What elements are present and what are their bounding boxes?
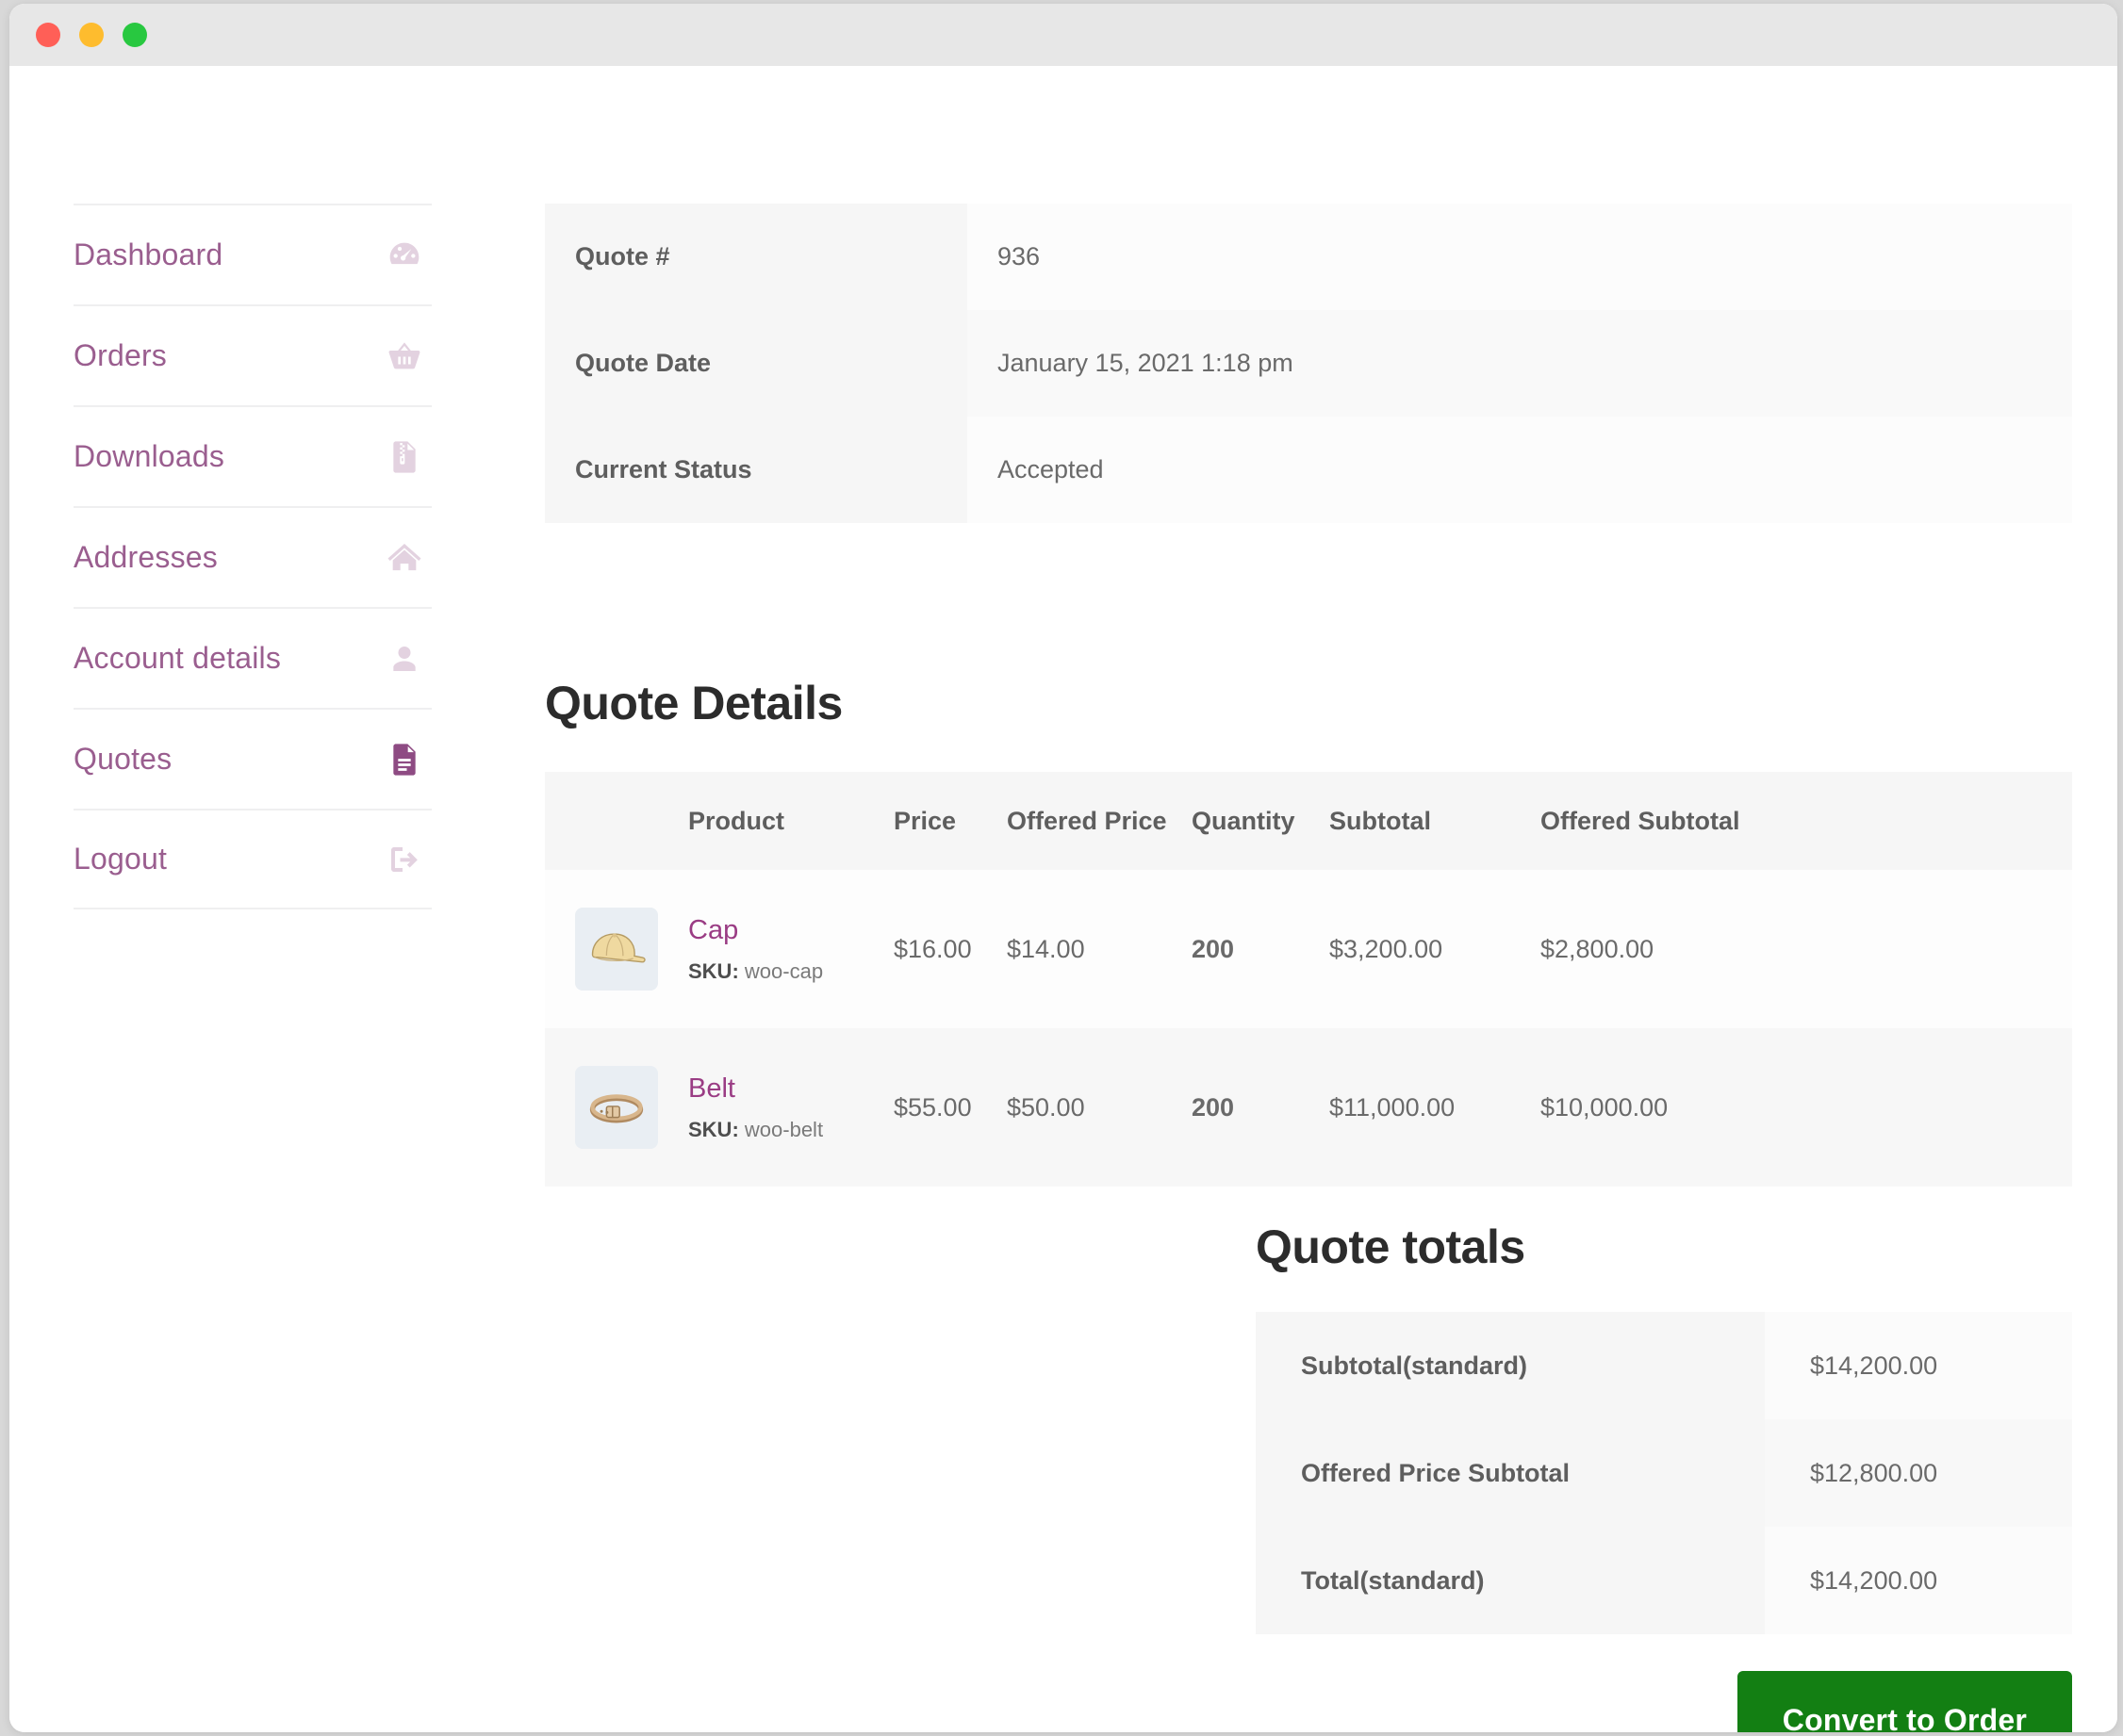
totals-title: Quote totals: [1256, 1220, 1525, 1273]
summary-value: 936: [967, 204, 2072, 310]
table-row: Total(standard) $14,200.00: [1256, 1527, 2072, 1634]
sidebar-item-quotes[interactable]: Quotes: [74, 708, 432, 809]
browser-window: Dashboard Orders Downloads Addresses Acc…: [9, 4, 2117, 1732]
sidebar-item-label: Addresses: [74, 540, 218, 574]
account-navigation: Dashboard Orders Downloads Addresses Acc…: [74, 204, 432, 909]
offered-price-cell: $14.00: [1007, 870, 1192, 1028]
product-cell: Belt SKU: woo-belt: [688, 1028, 894, 1187]
total-value: $12,800.00: [1765, 1419, 2072, 1527]
maximize-window-button[interactable]: [123, 23, 147, 47]
summary-label: Quote #: [545, 204, 967, 310]
cap-thumbnail[interactable]: [575, 908, 658, 991]
user-icon: [383, 637, 426, 680]
table-row: Quote # 936: [545, 204, 2072, 310]
product-sku: SKU: woo-cap: [688, 959, 894, 984]
sidebar-item-label: Orders: [74, 338, 167, 372]
price-cell: $55.00: [894, 1028, 1007, 1187]
status-badge: Accepted: [967, 417, 2072, 523]
subtotal-cell: $3,200.00: [1329, 870, 1540, 1028]
total-label: Total(standard): [1256, 1527, 1765, 1634]
product-thumbnail-cell: [545, 1028, 688, 1187]
column-header-product: Product: [688, 772, 894, 870]
belt-thumbnail[interactable]: [575, 1066, 658, 1149]
page-title: Quote Details: [545, 677, 843, 729]
table-row: Quote Date January 15, 2021 1:18 pm: [545, 310, 2072, 417]
column-header-offered-subtotal: Offered Subtotal: [1540, 772, 2072, 870]
quote-summary-table: Quote # 936 Quote Date January 15, 2021 …: [545, 204, 2072, 523]
quantity-cell: 200: [1192, 870, 1329, 1028]
sidebar-item-account-details[interactable]: Account details: [74, 607, 432, 708]
zip-file-icon: [383, 435, 426, 479]
minimize-window-button[interactable]: [79, 23, 104, 47]
sku-value: woo-belt: [744, 1117, 824, 1141]
product-sku: SKU: woo-belt: [688, 1118, 894, 1142]
quantity-cell: 200: [1192, 1028, 1329, 1187]
total-value: $14,200.00: [1765, 1312, 2072, 1419]
sidebar-item-downloads[interactable]: Downloads: [74, 405, 432, 506]
sku-label: SKU:: [688, 1117, 739, 1141]
quote-items-table: Product Price Offered Price Quantity Sub…: [545, 772, 2072, 1187]
quote-totals-table: Subtotal(standard) $14,200.00 Offered Pr…: [1256, 1312, 2072, 1634]
price-cell: $16.00: [894, 870, 1007, 1028]
table-row: Subtotal(standard) $14,200.00: [1256, 1312, 2072, 1419]
product-cell: Cap SKU: woo-cap: [688, 870, 894, 1028]
total-label: Offered Price Subtotal: [1256, 1419, 1765, 1527]
column-header-offered-price: Offered Price: [1007, 772, 1192, 870]
close-window-button[interactable]: [36, 23, 60, 47]
sidebar-item-addresses[interactable]: Addresses: [74, 506, 432, 607]
product-thumbnail-cell: [545, 870, 688, 1028]
account-page: Dashboard Orders Downloads Addresses Acc…: [9, 66, 2117, 1732]
home-icon: [383, 536, 426, 580]
table-row: Belt SKU: woo-belt $55.00 $50.00 200 $11…: [545, 1028, 2072, 1187]
offered-price-cell: $50.00: [1007, 1028, 1192, 1187]
table-row: Current Status Accepted: [545, 417, 2072, 523]
logout-icon: [383, 838, 426, 881]
column-header-quantity: Quantity: [1192, 772, 1329, 870]
product-link[interactable]: Belt: [688, 1073, 894, 1105]
column-header-subtotal: Subtotal: [1329, 772, 1540, 870]
summary-label: Current Status: [545, 417, 967, 523]
column-header-thumbnail: [545, 772, 688, 870]
window-titlebar: [9, 4, 2117, 66]
summary-value: January 15, 2021 1:18 pm: [967, 310, 2072, 417]
convert-to-order-button[interactable]: Convert to Order: [1736, 1671, 2072, 1732]
sidebar-item-label: Logout: [74, 842, 168, 876]
sku-value: woo-cap: [744, 958, 824, 983]
quote-totals-section: Quote totals Subtotal(standard) $14,200.…: [1256, 1220, 2072, 1634]
offered-subtotal-cell: $2,800.00: [1540, 870, 2072, 1028]
offered-subtotal-cell: $10,000.00: [1540, 1028, 2072, 1187]
product-link[interactable]: Cap: [688, 915, 894, 946]
document-icon: [383, 738, 426, 781]
gauge-icon: [383, 234, 426, 277]
summary-label: Quote Date: [545, 310, 967, 417]
quote-actions: Convert to Order: [1736, 1671, 2072, 1732]
table-row: Cap SKU: woo-cap $16.00 $14.00 200 $3,20…: [545, 870, 2072, 1028]
total-value: $14,200.00: [1765, 1527, 2072, 1634]
sidebar-item-label: Quotes: [74, 742, 173, 776]
sku-label: SKU:: [688, 958, 739, 983]
table-header-row: Product Price Offered Price Quantity Sub…: [545, 772, 2072, 870]
sidebar-item-label: Dashboard: [74, 237, 223, 271]
sidebar-item-logout[interactable]: Logout: [74, 809, 432, 909]
subtotal-cell: $11,000.00: [1329, 1028, 1540, 1187]
basket-icon: [383, 335, 426, 378]
quote-content: Quote # 936 Quote Date January 15, 2021 …: [545, 204, 2072, 1732]
sidebar-item-label: Account details: [74, 641, 282, 675]
sidebar-item-label: Downloads: [74, 439, 225, 473]
total-label: Subtotal(standard): [1256, 1312, 1765, 1419]
sidebar-item-dashboard[interactable]: Dashboard: [74, 204, 432, 304]
sidebar-item-orders[interactable]: Orders: [74, 304, 432, 405]
table-row: Offered Price Subtotal $12,800.00: [1256, 1419, 2072, 1527]
column-header-price: Price: [894, 772, 1007, 870]
